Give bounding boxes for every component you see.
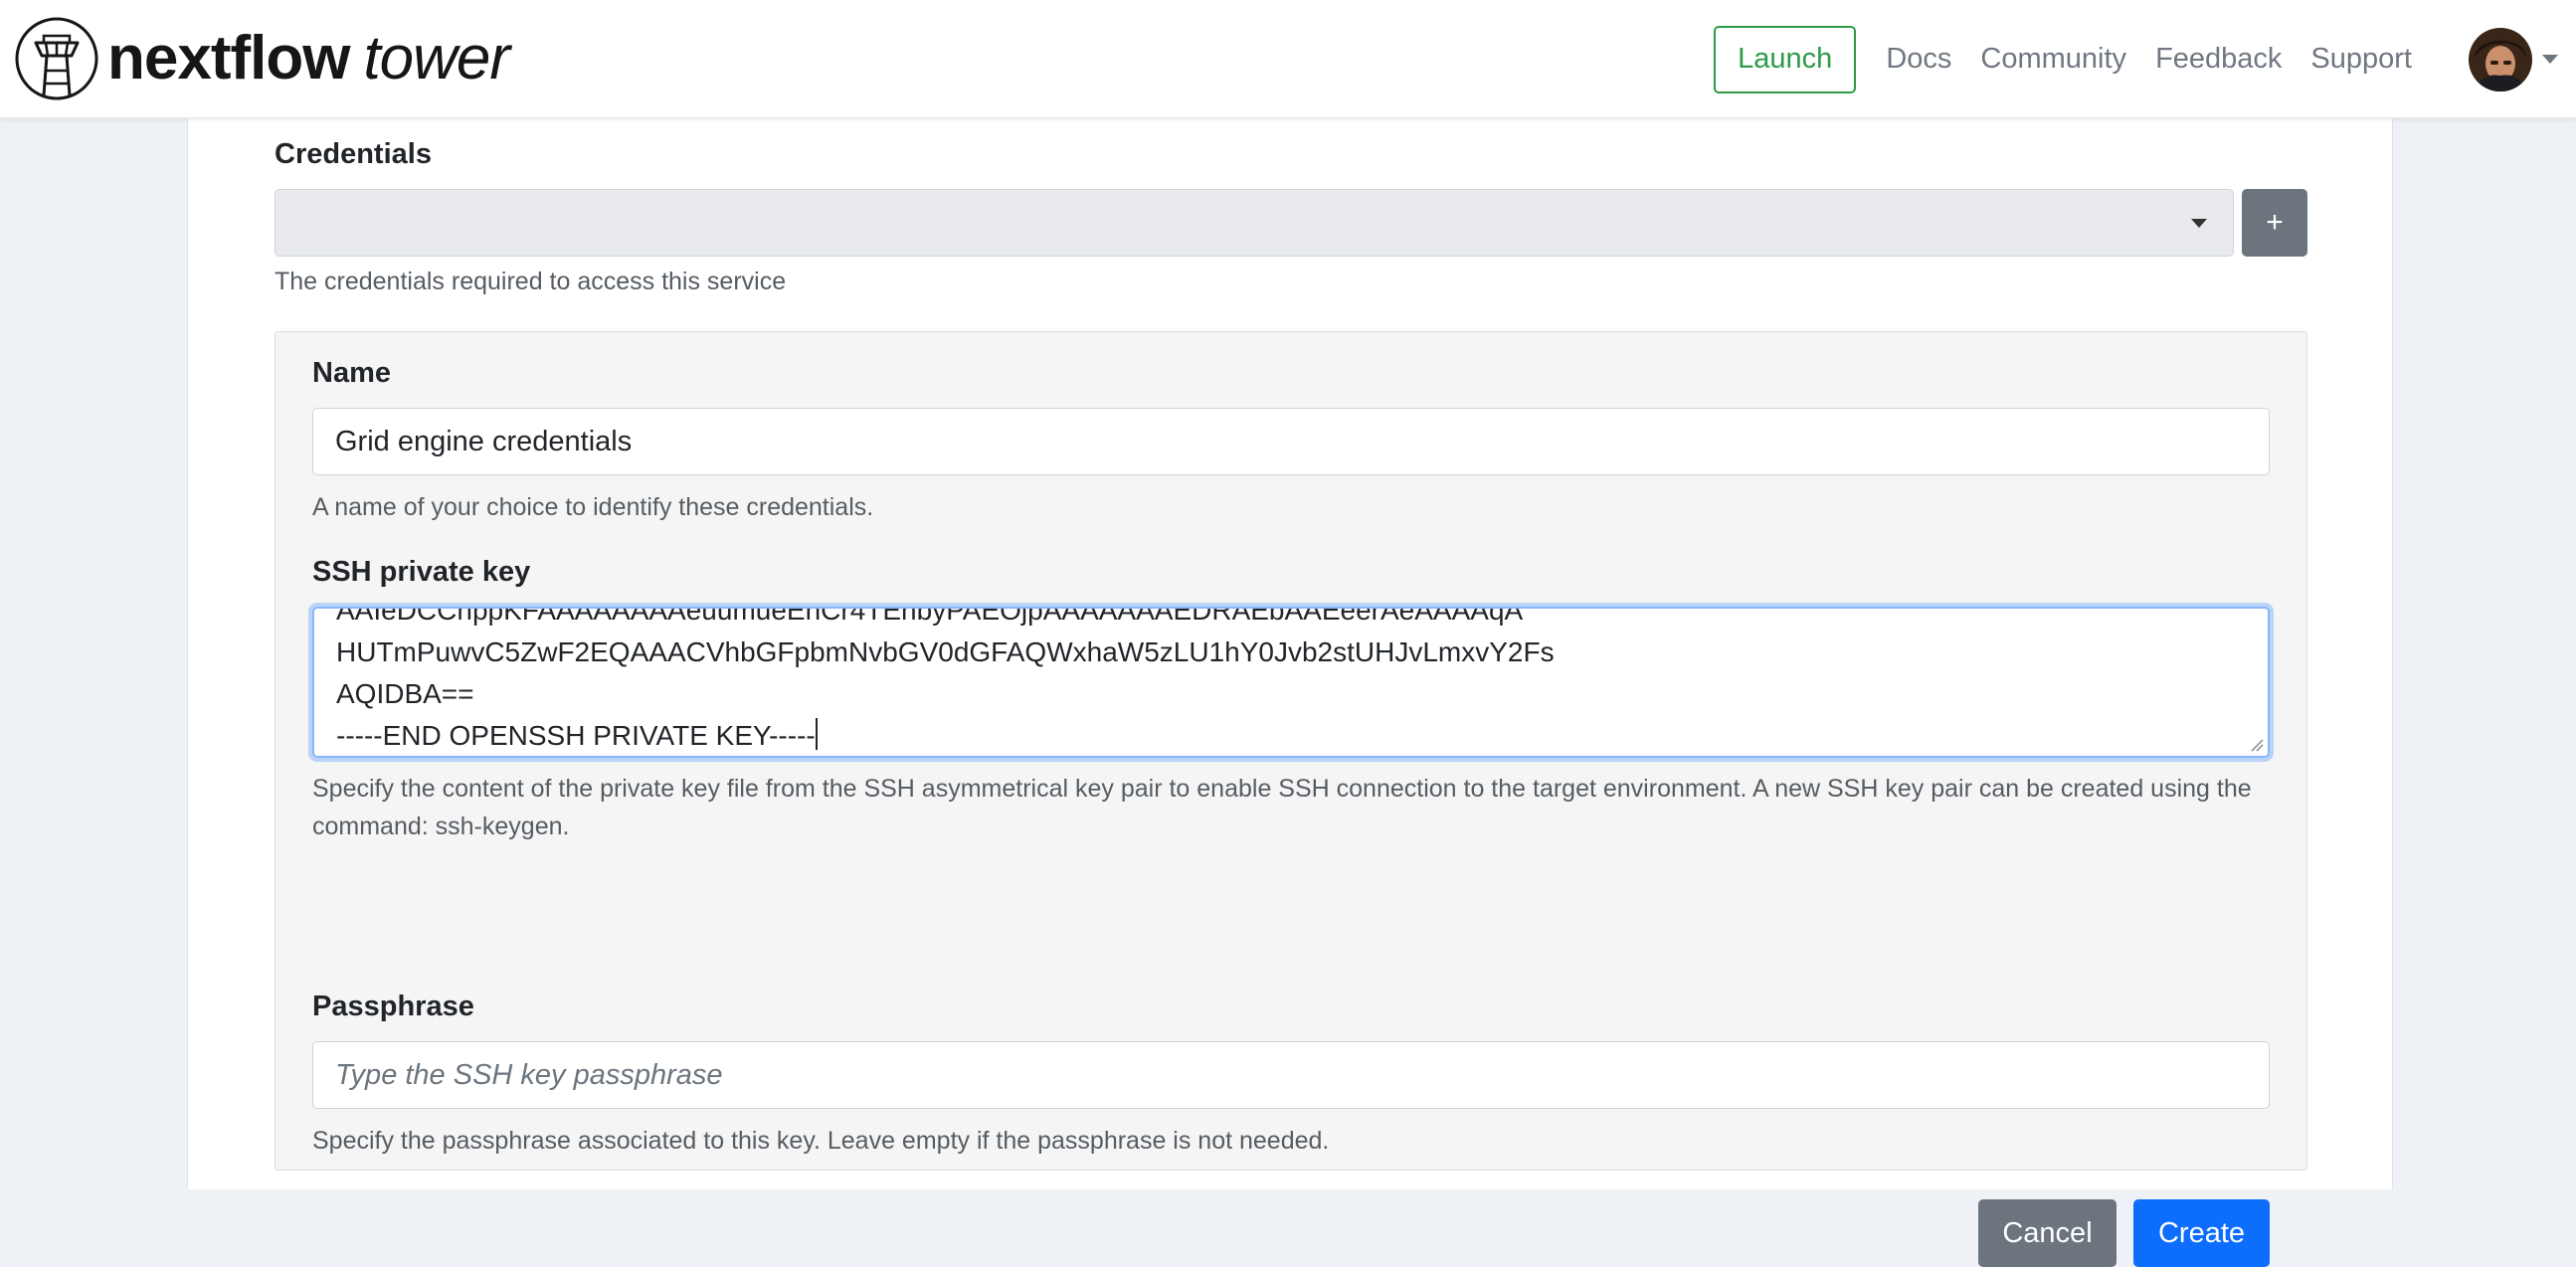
- ssh-key-line: AQIDBA==: [336, 678, 474, 709]
- new-credentials-panel: Name A name of your choice to identify t…: [275, 331, 2307, 1267]
- resize-handle-icon[interactable]: [2250, 738, 2264, 752]
- passphrase-help-text: Specify the passphrase associated to thi…: [312, 1127, 1330, 1155]
- credentials-label: Credentials: [275, 138, 432, 170]
- name-label: Name: [312, 357, 391, 389]
- add-credentials-button[interactable]: +: [2242, 189, 2307, 257]
- brand-wordmark: nextflow tower: [107, 28, 510, 90]
- ssh-key-content: AAIeDCCnppKFAAAAAAAAeuumueEnCr4TEnbyPAEO…: [336, 607, 1555, 756]
- ssh-private-key-textarea[interactable]: AAIeDCCnppKFAAAAAAAAeuumueEnCr4TEnbyPAEO…: [312, 607, 2270, 758]
- passphrase-label: Passphrase: [312, 991, 474, 1022]
- ssh-key-line: AAIeDCCnppKFAAAAAAAAeuumueEnCr4TEnbyPAEO…: [336, 607, 1524, 626]
- main-card: Credentials + The credentials required t…: [187, 118, 2393, 1267]
- control-tower-icon: [15, 17, 98, 100]
- cancel-button[interactable]: Cancel: [1978, 1199, 2116, 1267]
- ssh-key-line: HUTmPuwvC5ZwF2EQAAACVhbGFpbmNvbGV0dGFAQW…: [336, 636, 1555, 667]
- credentials-help-text: The credentials required to access this …: [275, 268, 787, 295]
- nav-link-community[interactable]: Community: [1980, 43, 2126, 76]
- create-button[interactable]: Create: [2133, 1199, 2270, 1267]
- nav-link-feedback[interactable]: Feedback: [2155, 43, 2282, 76]
- user-menu[interactable]: [2469, 27, 2558, 91]
- ssh-key-help-text: Specify the content of the private key f…: [312, 775, 2252, 840]
- user-avatar[interactable]: [2469, 27, 2532, 91]
- brand-logo[interactable]: nextflow tower: [14, 16, 510, 101]
- ssh-key-line: -----END OPENSSH PRIVATE KEY-----: [336, 720, 816, 751]
- brand-name-light: tower: [363, 24, 510, 92]
- top-navbar: nextflow tower Launch Docs Community Feed…: [0, 0, 2576, 118]
- nav-right: Launch Docs Community Feedback Support: [1714, 0, 2576, 118]
- launch-button[interactable]: Launch: [1714, 25, 1857, 93]
- chevron-down-icon: [2191, 219, 2207, 228]
- nav-link-support[interactable]: Support: [2310, 43, 2412, 76]
- avatar-icon: [2469, 27, 2532, 91]
- ssh-key-label: SSH private key: [312, 556, 531, 588]
- caret-down-icon[interactable]: [2542, 55, 2558, 64]
- brand-name-bold: nextflow: [107, 24, 350, 92]
- credentials-select[interactable]: [275, 189, 2234, 257]
- passphrase-input[interactable]: [312, 1041, 2270, 1109]
- ssh-key-line-last: -----END OPENSSH PRIVATE KEY-----: [336, 715, 1555, 756]
- text-cursor: [815, 718, 818, 750]
- name-input[interactable]: [312, 408, 2270, 475]
- name-help-text: A name of your choice to identify these …: [312, 493, 874, 521]
- nav-link-docs[interactable]: Docs: [1886, 43, 1951, 76]
